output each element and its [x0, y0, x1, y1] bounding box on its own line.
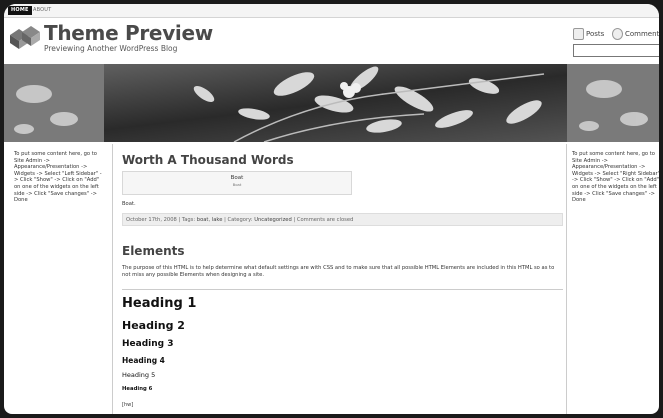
tag-link-boat[interactable]: boat	[197, 217, 209, 223]
search-input[interactable]	[573, 44, 659, 57]
site-title[interactable]: Theme Preview	[44, 21, 213, 45]
category-link[interactable]: Uncategorized	[254, 217, 292, 223]
heading-6: Heading 6	[122, 386, 153, 392]
elements-intro: The purpose of this HTML is to help dete…	[122, 265, 555, 279]
post-body: Boat.	[122, 201, 136, 207]
logo-icon[interactable]	[8, 23, 42, 53]
right-sidebar-text: To put some content here, go to Site Adm…	[572, 151, 659, 204]
image-caption: Boat Boat	[122, 171, 352, 195]
heading-3: Heading 3	[122, 339, 174, 349]
caption-text: Boat	[232, 182, 242, 187]
heading-1: Heading 1	[122, 296, 197, 311]
hw-text: [hw]	[122, 402, 134, 408]
document-icon	[573, 28, 584, 40]
left-sidebar-text: To put some content here, go to Site Adm…	[14, 151, 102, 204]
right-divider	[566, 144, 567, 414]
speech-bubble-icon	[612, 28, 623, 40]
top-navigation: HOME ABOUT	[4, 4, 659, 18]
heading-5: Heading 5	[122, 371, 156, 379]
left-divider	[112, 144, 113, 414]
browser-page: HOME ABOUT Theme Preview Previewing Anot…	[4, 4, 659, 414]
site-tagline: Previewing Another WordPress Blog	[44, 44, 178, 53]
comments-status: Comments are closed	[296, 217, 354, 223]
tags-label: Tags:	[181, 217, 196, 223]
divider	[122, 289, 563, 290]
post-meta: October 17th, 2008 | Tags: boat, lake | …	[122, 213, 563, 226]
nav-about[interactable]: ABOUT	[30, 6, 54, 15]
caption-title: Boat	[230, 175, 244, 181]
posts-feed-label: Posts	[586, 30, 605, 38]
nav-home[interactable]: HOME	[8, 6, 32, 15]
tag-link-lake[interactable]: lake	[212, 217, 223, 223]
post-date: October 17th, 2008	[126, 217, 177, 223]
comments-feed-link[interactable]: Comments	[612, 28, 659, 40]
comments-feed-label: Comments	[625, 30, 659, 38]
heading-4: Heading 4	[122, 356, 165, 365]
category-label: Category:	[227, 217, 253, 223]
heading-2: Heading 2	[122, 319, 185, 332]
elements-title[interactable]: Elements	[122, 244, 185, 258]
posts-feed-link[interactable]: Posts	[573, 28, 604, 40]
header-image	[4, 64, 659, 142]
post-title[interactable]: Worth A Thousand Words	[122, 153, 294, 167]
